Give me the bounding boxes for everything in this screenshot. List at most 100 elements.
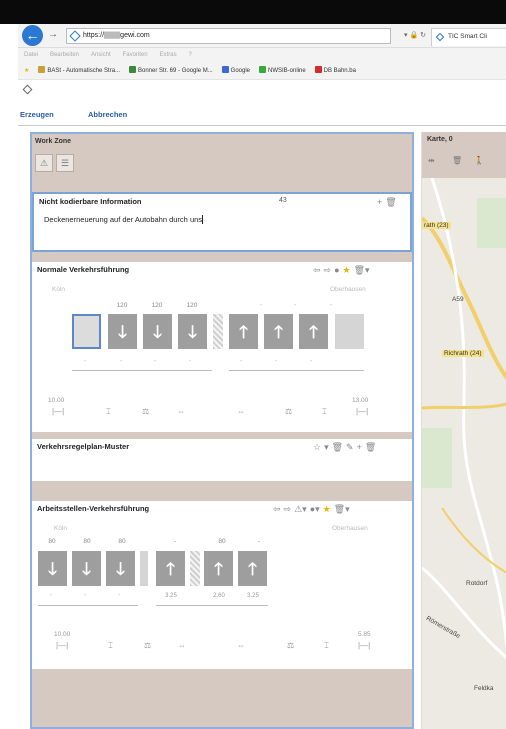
list-icon[interactable]: ☰ [56, 154, 74, 172]
lane-up[interactable]: 🡑 [264, 314, 293, 349]
warning-triangle-icon[interactable]: ⚠▾ [294, 504, 307, 515]
height-icon[interactable]: ⌶ [108, 641, 113, 651]
weight-icon[interactable]: ⚖ [285, 407, 292, 416]
length-icon[interactable]: |—| [56, 641, 68, 650]
map-label: A59 [452, 296, 464, 303]
site-icon [69, 30, 81, 42]
lane-shoulder-right[interactable] [335, 314, 364, 349]
browser-tab[interactable]: TIC Smart Cli [431, 28, 506, 46]
map-roads [422, 178, 506, 660]
weight-icon[interactable]: ⚖ [287, 641, 294, 650]
lane-up[interactable]: 🡑 [204, 551, 233, 586]
length-icon[interactable]: |—| [356, 407, 368, 416]
speed-label: 80 [48, 538, 56, 545]
forward-arrow-icon[interactable]: → [48, 29, 58, 40]
arrow-left-icon[interactable]: ⇦ [313, 265, 321, 276]
warning-triangle-icon[interactable]: ⚠ [35, 154, 53, 172]
map-label: Rotdorf [466, 580, 488, 587]
lane-median[interactable] [213, 314, 223, 349]
screen: ← → https://▇▇▇gewi.com ▾ 🔒 ↻ TIC Smart … [0, 0, 506, 729]
star-icon[interactable]: ★ [343, 265, 351, 276]
lane-shoulder-left[interactable] [72, 314, 101, 349]
map-title: Karte, 0 [422, 132, 506, 148]
axle-icon[interactable]: ⇔ [177, 407, 185, 416]
create-button[interactable]: Erzeugen [20, 110, 54, 119]
favorites-star-icon[interactable]: ★ [24, 62, 29, 79]
speed-label: 80 [118, 538, 126, 545]
favorite-bast[interactable]: BASt - Automatische Stra... [38, 62, 120, 79]
lane-down[interactable]: 🡓 [143, 314, 172, 349]
arrow-right-icon[interactable]: ⇨ [284, 504, 292, 515]
favorite-bast-icon [38, 66, 46, 73]
circle-icon[interactable]: ●▾ [310, 504, 320, 515]
lane-down[interactable]: 🡓 [178, 314, 207, 349]
lane-down[interactable]: 🡓 [108, 314, 137, 349]
lane-up[interactable]: 🡑 [156, 551, 185, 586]
back-arrow-icon[interactable]: ← [22, 25, 43, 46]
add-icon[interactable]: + [377, 197, 382, 207]
arrow-right-icon[interactable]: ⇨ [324, 265, 332, 276]
add-icon[interactable]: + [357, 442, 362, 452]
map-canvas[interactable]: rath (23) A59 Richrath (24) Rotdorf Röme… [422, 178, 506, 729]
lane-up[interactable]: 🡑 [299, 314, 328, 349]
trash-icon[interactable]: 🗑▾ [334, 504, 350, 515]
weight-icon[interactable]: ⚖ [144, 641, 151, 650]
menu-item-favorites[interactable]: Favoriten [123, 48, 148, 62]
cancel-button[interactable]: Abbrechen [88, 110, 127, 119]
arrow-left-icon[interactable]: ⇦ [273, 504, 281, 515]
favorite-db[interactable]: DB Bahn.ba [314, 62, 356, 79]
axle-icon[interactable]: ⇔ [237, 407, 245, 416]
favorite-google[interactable]: Google [221, 62, 250, 79]
menu-item-file[interactable]: Datei [24, 48, 38, 62]
weight-icon[interactable]: ⚖ [142, 407, 149, 416]
axle-icon[interactable]: ⇔ [237, 641, 245, 650]
arrow-up-icon: 🡑 [274, 322, 283, 341]
map-panel: Karte, 0 ⇹ 🗑 🚶 rath (23) A59 Richrath (2… [421, 132, 506, 729]
dropdown-icon[interactable]: ▾ [324, 442, 329, 453]
arrow-down-icon: 🡓 [82, 559, 91, 578]
trash-icon[interactable]: 🗑▾ [354, 265, 370, 276]
lane-up[interactable]: 🡑 [229, 314, 258, 349]
dash: - [84, 358, 87, 365]
length-icon[interactable]: |—| [358, 641, 370, 650]
delete-icon[interactable]: 🗑 [332, 442, 343, 453]
favorite-nwsib[interactable]: NWSIB-online [258, 62, 306, 79]
dash: - [294, 302, 297, 309]
speed-label: - [173, 538, 177, 545]
trash-icon[interactable]: 🗑 [385, 197, 396, 208]
menu-item-edit[interactable]: Bearbeiten [50, 48, 79, 62]
url-field[interactable]: https://▇▇▇gewi.com [66, 28, 391, 44]
speed-label: 80 [83, 538, 91, 545]
lane-down[interactable]: 🡓 [106, 551, 135, 586]
menu-item-help[interactable]: ? [189, 48, 192, 62]
trash-icon[interactable]: 🗑 [365, 442, 376, 453]
star-outline-icon[interactable]: ☆ [313, 442, 321, 453]
lane-up[interactable]: 🡑 [238, 551, 267, 586]
length-icon[interactable]: |—| [52, 407, 64, 416]
workzone-traffic-title: Arbeitsstellen-Verkehrsführung [37, 504, 150, 513]
edit-icon[interactable]: ✎ [346, 442, 354, 453]
speed-label: 120 [186, 302, 198, 309]
favorite-maps[interactable]: Bonner Str. 69 - Google M... [129, 62, 213, 79]
city-left: Köln [52, 286, 66, 293]
lane-divider[interactable] [140, 551, 148, 586]
axle-icon[interactable]: ⇔ [178, 641, 186, 650]
trash-icon[interactable]: 🗑 [452, 156, 462, 165]
menu-item-view[interactable]: Ansicht [91, 48, 111, 62]
height-icon[interactable]: ⌶ [324, 641, 329, 651]
diamond-icon[interactable] [22, 84, 33, 95]
time-left: 10.00 [54, 631, 71, 638]
fit-width-icon[interactable]: ⇹ [428, 156, 435, 165]
circle-icon[interactable]: ● [334, 265, 339, 275]
height-icon[interactable]: ⌶ [106, 407, 111, 417]
menu-item-extras[interactable]: Extras [160, 48, 177, 62]
lane-down[interactable]: 🡓 [38, 551, 67, 586]
dash: - [240, 358, 243, 365]
info-textarea[interactable]: Deckenerneuerung auf der Autobahn durch … [44, 215, 204, 224]
walk-icon[interactable]: 🚶 [474, 156, 484, 165]
star-icon[interactable]: ★ [323, 504, 331, 515]
height-icon[interactable]: ⌶ [322, 407, 327, 417]
lane-median[interactable] [190, 551, 200, 586]
lane-down[interactable]: 🡓 [72, 551, 101, 586]
lock-refresh-icons[interactable]: ▾ 🔒 ↻ [404, 31, 426, 39]
